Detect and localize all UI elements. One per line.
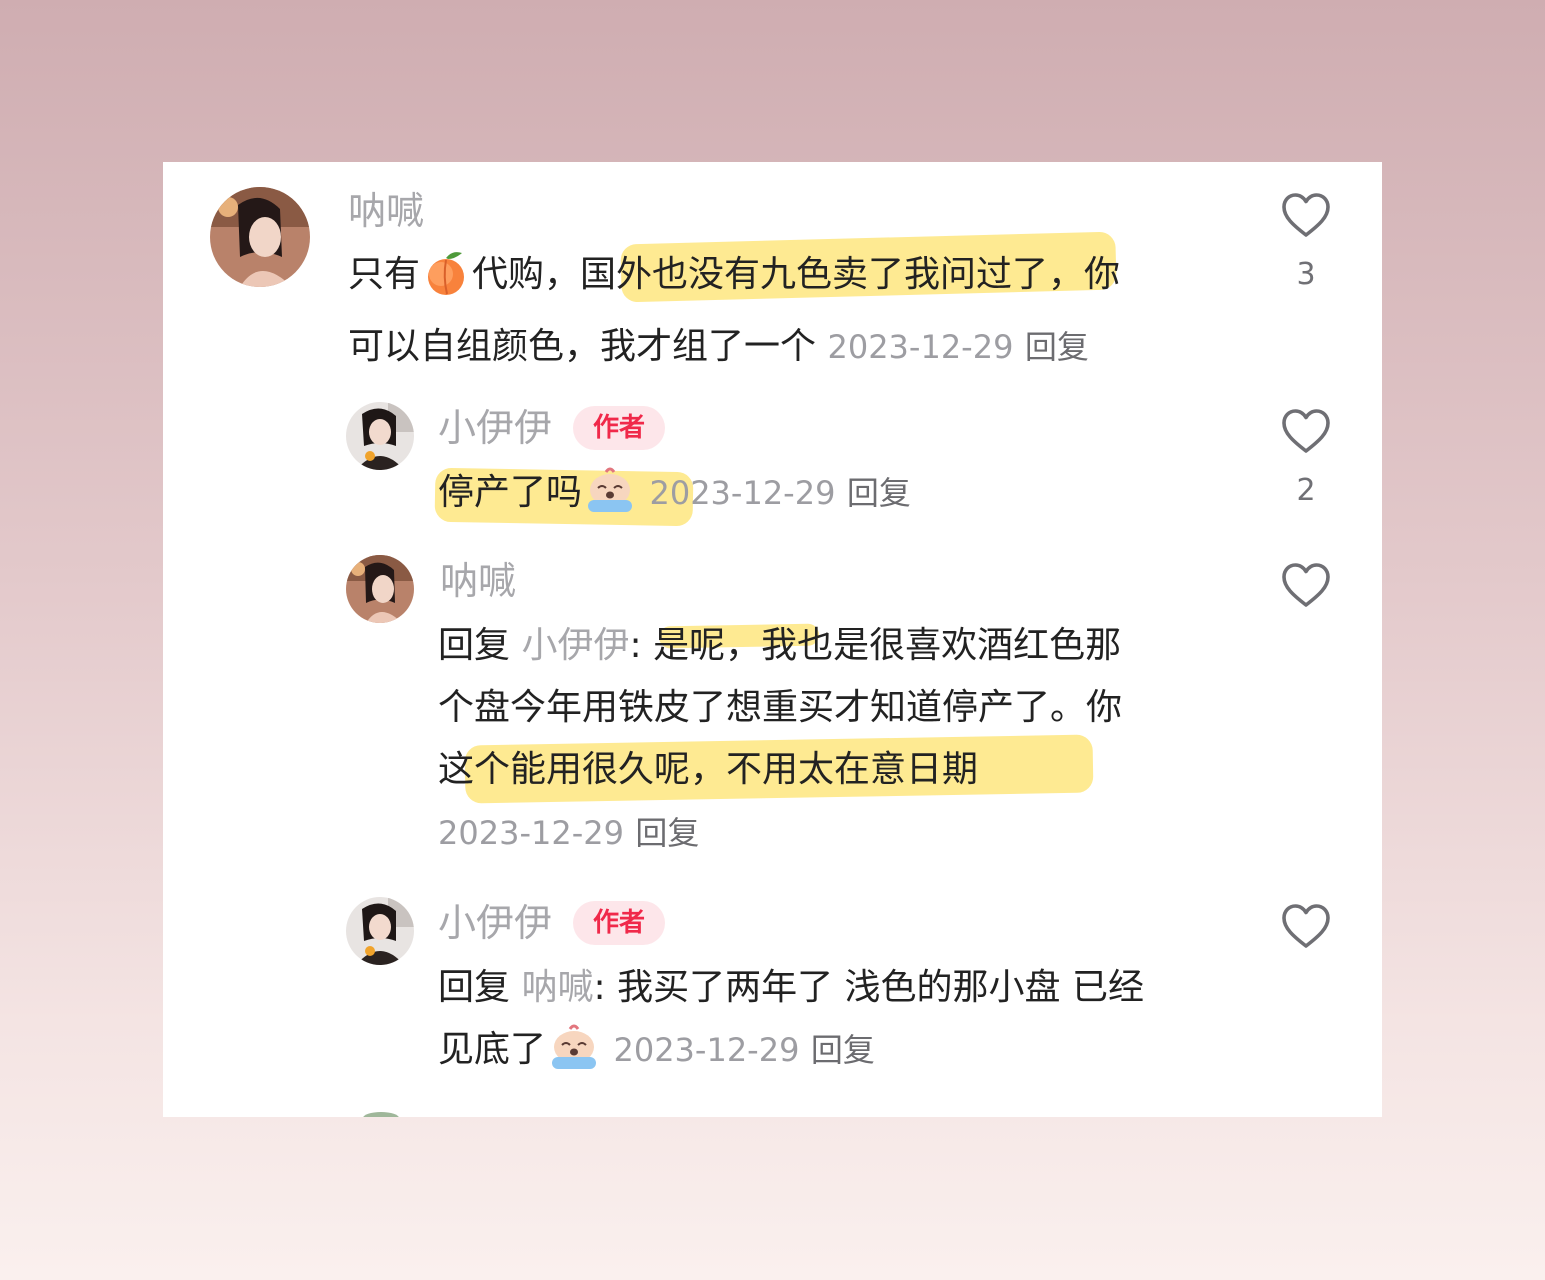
comment-text-part: : (629, 625, 642, 666)
reply-prefix: 回复 (438, 625, 511, 666)
comment-date: 2023-12-29 (649, 474, 836, 512)
like-count: 3 (1296, 257, 1316, 292)
reply-prefix: 回复 (438, 967, 511, 1008)
username[interactable]: 呐喊 (348, 192, 424, 230)
next-comment-avatar-edge (363, 1112, 399, 1117)
comment-meta: 2023-12-29 回复 (438, 802, 699, 864)
author-badge: 作者 (573, 901, 665, 945)
avatar[interactable] (210, 187, 310, 287)
comment-text-part: 见底了 (438, 1029, 547, 1070)
comment-text: 回复 小伊伊: 是呢，我也是很喜欢酒红色那 个盘今年用铁皮了想重买才知道停产了。… (438, 615, 1122, 801)
comment-date: 2023-12-29 (827, 328, 1014, 366)
comment-text-part: 我买了两年了 浅色的那小盘 已经 (605, 967, 1144, 1008)
crying-emoji-icon (584, 466, 636, 534)
username[interactable]: 小伊伊 (438, 904, 552, 942)
mention-link[interactable]: 呐喊 (521, 967, 593, 1008)
like-count: 2 (1296, 473, 1316, 508)
comment-text-part: 只有 (348, 254, 421, 295)
heart-icon (1282, 409, 1330, 453)
avatar[interactable] (346, 897, 414, 965)
comment-text: 回复 呐喊: 我买了两年了 浅色的那小盘 已经 见底了 2023-12-29 回… (438, 957, 1144, 1091)
reply-button[interactable]: 回复 (635, 814, 699, 852)
crying-emoji-icon (548, 1023, 600, 1091)
comment-date: 2023-12-29 (613, 1031, 800, 1069)
author-badge: 作者 (573, 406, 665, 450)
comment-text-part: : (593, 967, 606, 1008)
comment-text-part: 代购，国外也没有九色卖了我问过了，你 (472, 254, 1121, 295)
comment-text-part: 是呢，我也是很喜欢酒红色那 (641, 625, 1122, 666)
like-button[interactable]: 2 (1276, 408, 1336, 506)
comment-text-part: 这个能用很久呢，不用太在意日期 (438, 749, 979, 790)
heart-icon (1282, 563, 1330, 607)
heart-icon (1282, 904, 1330, 948)
comment-text: 停产了吗 2023-12-29 回复 (438, 462, 911, 534)
username[interactable]: 呐喊 (440, 562, 516, 600)
comment-text: 只有 代购，国外也没有九色卖了我问过了，你 可以自组颜色，我才组了一个 2023-… (348, 244, 1120, 378)
reply-button[interactable]: 回复 (1025, 328, 1089, 366)
like-button[interactable] (1276, 903, 1336, 949)
comment-date: 2023-12-29 (438, 814, 624, 852)
mention-link[interactable]: 小伊伊 (521, 625, 629, 666)
peach-icon (422, 250, 470, 316)
heart-icon (1282, 193, 1330, 237)
comment-text-part: 可以自组颜色，我才组了一个 (348, 326, 817, 367)
like-button[interactable]: 3 (1276, 192, 1336, 290)
reply-button[interactable]: 回复 (811, 1031, 875, 1069)
username[interactable]: 小伊伊 (438, 409, 552, 447)
avatar[interactable] (346, 402, 414, 470)
comment-panel: 呐喊 只有 代购，国外也没有九色卖了我问过了，你 可以自组颜色，我才组了一个 20… (163, 162, 1382, 1117)
like-button[interactable] (1276, 562, 1336, 608)
avatar[interactable] (346, 555, 414, 623)
comment-text-part: 个盘今年用铁皮了想重买才知道停产了。你 (438, 687, 1123, 728)
reply-button[interactable]: 回复 (847, 474, 911, 512)
comment-text-part: 停产了吗 (438, 472, 583, 513)
